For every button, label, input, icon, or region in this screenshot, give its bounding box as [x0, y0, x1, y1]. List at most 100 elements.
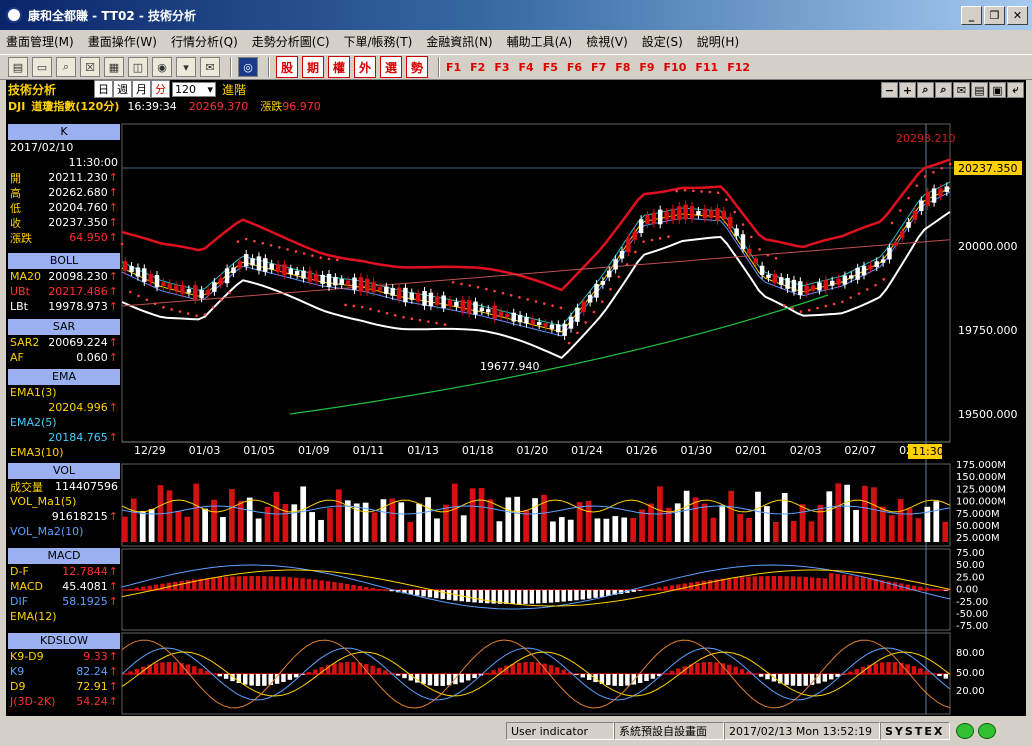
menu-item[interactable]: 行情分析(Q)	[171, 33, 238, 50]
menu-item[interactable]: 檢視(V)	[586, 33, 628, 50]
fkey-button[interactable]: F12	[727, 61, 750, 74]
candle-body	[409, 292, 415, 300]
fkey-button[interactable]: F5	[543, 61, 558, 74]
candle-body	[263, 258, 268, 272]
kd-info-panel: KDSLOW K9-D9 9.33↑ K9 82.24↑ D9 72.91↑ J(3D-2K…	[8, 633, 120, 708]
fkey-button[interactable]: F9	[639, 61, 654, 74]
macd-bar	[478, 590, 484, 603]
macd-bar	[771, 576, 777, 590]
low-label: 19677.940	[480, 360, 540, 373]
close-window-icon[interactable]: ☒	[80, 57, 100, 77]
kd-bar	[172, 662, 178, 674]
volume-bar	[460, 515, 467, 542]
sar-dot	[352, 304, 356, 308]
market-button[interactable]: 權	[328, 56, 350, 78]
macd-bar	[357, 585, 363, 590]
market-button[interactable]: 勢	[406, 56, 428, 78]
sar-dot	[899, 209, 902, 212]
candle-body	[829, 280, 835, 286]
menu-item[interactable]: 輔助工具(A)	[507, 33, 573, 50]
kd-bar	[440, 674, 445, 686]
sar-dot	[170, 308, 173, 311]
candle-body	[161, 282, 166, 287]
menu-item[interactable]: 下單/帳務(T)	[344, 33, 413, 50]
macd-bar	[739, 577, 745, 590]
fkey-button[interactable]: F7	[591, 61, 606, 74]
macd-bar	[364, 586, 369, 590]
candle-body	[925, 191, 930, 206]
market-button[interactable]: 選	[380, 56, 402, 78]
volume-bar	[434, 518, 440, 542]
fkey-button[interactable]: F1	[446, 61, 461, 74]
sar-dot	[609, 287, 612, 291]
macd-bar	[472, 590, 477, 603]
volume-bar	[371, 512, 378, 542]
sar-dot	[244, 237, 248, 241]
fkey-button[interactable]: F6	[567, 61, 582, 74]
vol-value: 114407596	[55, 480, 118, 493]
candle-body	[135, 267, 141, 277]
close-button[interactable]: ✕	[1007, 6, 1028, 25]
layout-icon[interactable]: ▤	[8, 57, 28, 77]
restore-button[interactable]: ❐	[984, 6, 1005, 25]
fkey-button[interactable]: F10	[664, 61, 687, 74]
sar-dot	[186, 312, 190, 315]
kd-bar	[886, 662, 891, 674]
info-value: 20204.760	[48, 201, 108, 214]
y-tick-label: -75.00	[956, 621, 988, 632]
chevron-down-icon[interactable]: ▾	[176, 57, 196, 77]
kd-bar	[765, 674, 770, 680]
info-label: SAR2	[10, 336, 40, 349]
market-button[interactable]: 期	[302, 56, 324, 78]
menu-item[interactable]: 設定(S)	[642, 33, 683, 50]
kd-bar	[255, 674, 261, 686]
kd-bar	[485, 672, 490, 674]
volume-bar	[336, 489, 342, 542]
menu-item[interactable]: 畫面操作(W)	[88, 33, 157, 50]
candle-body	[657, 209, 663, 225]
minimize-button[interactable]: _	[961, 6, 982, 25]
menu-item[interactable]: 畫面管理(M)	[6, 33, 74, 50]
fkey-button[interactable]: F8	[615, 61, 630, 74]
coin-icon[interactable]: ◉	[152, 57, 172, 77]
volume-bar	[906, 508, 913, 542]
sar-dot	[327, 257, 331, 261]
mail-icon[interactable]: ✉	[200, 57, 220, 77]
macd-bar	[370, 588, 375, 590]
volume-bar	[897, 499, 904, 542]
chart-canvas[interactable]: 20000.000 19750.000 19500.000 20237.350 2029…	[6, 80, 1026, 716]
market-button[interactable]: 股	[276, 56, 298, 78]
brand-logo-icon[interactable]: ◎	[238, 57, 258, 77]
candle-body	[364, 278, 370, 293]
menu-item[interactable]: 說明(H)	[697, 33, 739, 50]
candle-body	[568, 316, 574, 329]
kd-bar	[166, 662, 172, 674]
market-button[interactable]: 外	[354, 56, 376, 78]
candle-body	[339, 279, 344, 285]
quote-icon[interactable]: ▦	[104, 57, 124, 77]
monitor-icon[interactable]: ▭	[32, 57, 52, 77]
macd-bar	[128, 588, 133, 590]
split-icon[interactable]: ◫	[128, 57, 148, 77]
volume-bar	[523, 510, 529, 542]
candle-body	[912, 210, 918, 220]
sar-dot	[758, 248, 761, 251]
candle-body	[224, 268, 230, 284]
kd-bar	[344, 662, 350, 674]
sar-dot	[493, 289, 496, 293]
fkey-button[interactable]: F11	[695, 61, 718, 74]
sar-dot	[642, 240, 645, 243]
menu-item[interactable]: 走勢分析圖(C)	[252, 33, 330, 50]
fkey-button[interactable]: F2	[470, 61, 485, 74]
search-icon[interactable]: ⌕	[56, 57, 76, 77]
candle-body	[403, 287, 408, 303]
fkey-button[interactable]: F3	[494, 61, 509, 74]
candle-body	[715, 208, 720, 221]
menu-item[interactable]: 金融資訊(N)	[426, 33, 492, 50]
candle-body	[645, 215, 650, 225]
volume-bar	[425, 497, 431, 542]
candle-body	[938, 188, 943, 197]
fkey-button[interactable]: F4	[519, 61, 534, 74]
info-value: 20217.486	[48, 285, 108, 298]
sar-dot	[319, 256, 323, 259]
